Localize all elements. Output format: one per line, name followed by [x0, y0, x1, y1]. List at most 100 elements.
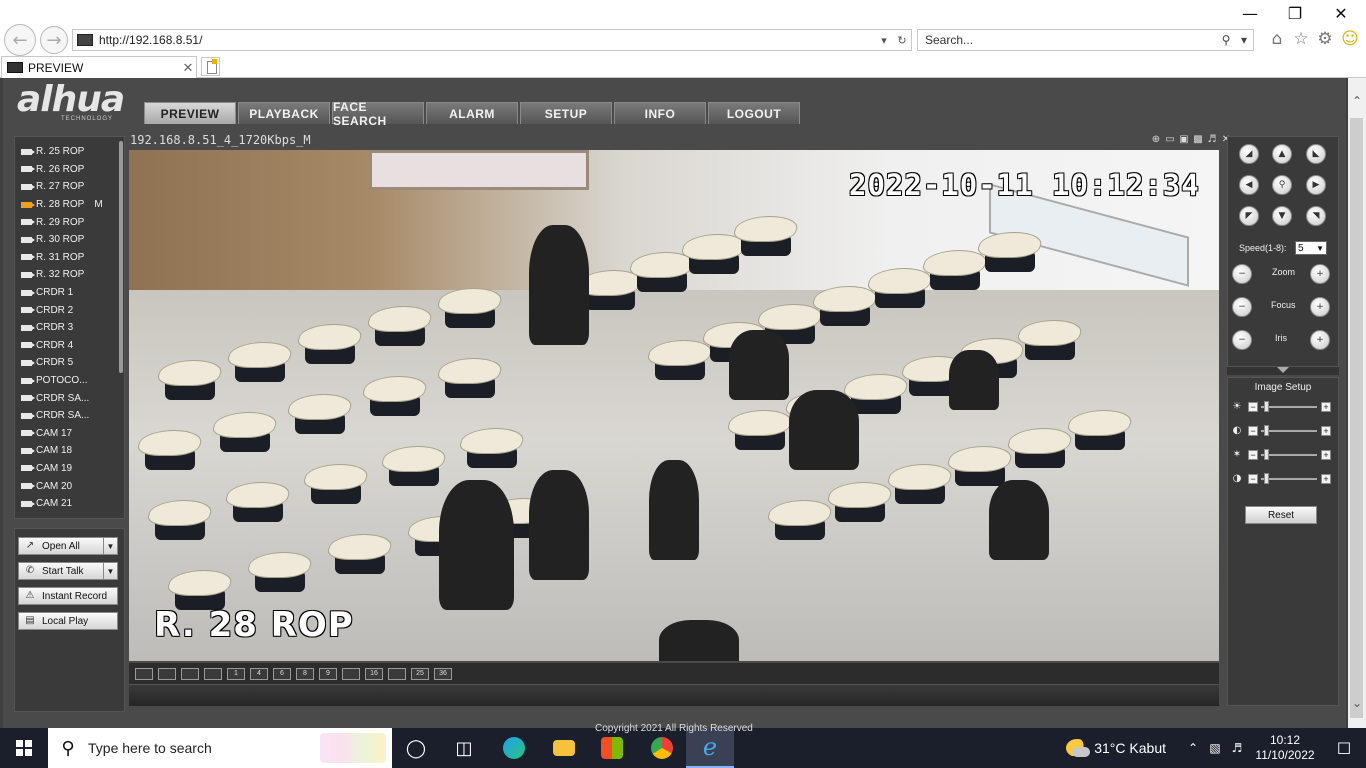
slider-thumb[interactable] [1263, 449, 1269, 460]
slider-thumb[interactable] [1263, 425, 1269, 436]
file-explorer-icon[interactable] [540, 728, 588, 768]
slider-thumb[interactable] [1263, 401, 1269, 412]
ptz-right-button[interactable]: ▶ [1306, 175, 1326, 195]
new-tab-icon[interactable] [201, 57, 220, 76]
layout-button[interactable] [158, 667, 176, 680]
tab-info[interactable]: INFO [614, 102, 706, 124]
start-talk-dropdown[interactable]: ▼ [103, 562, 118, 580]
camera-list-item[interactable]: CRDR 4 [15, 337, 119, 355]
decrease-button[interactable]: − [1248, 426, 1258, 436]
layout-button[interactable]: 1 [227, 667, 245, 680]
decrease-button[interactable]: − [1248, 450, 1258, 460]
chevron-up-icon[interactable]: ⌃ [1182, 741, 1204, 755]
local-play-button[interactable]: ▤ Local Play [18, 612, 118, 630]
slider-track[interactable] [1261, 454, 1317, 456]
camera-list-item[interactable]: CAM 17 [15, 425, 119, 443]
address-text[interactable]: http://192.168.8.51/ [99, 33, 875, 47]
chrome-icon[interactable] [638, 728, 686, 768]
home-icon[interactable]: ⌂ [1267, 29, 1287, 49]
dropdown-icon[interactable]: ▾ [875, 34, 893, 47]
minimize-icon[interactable]: — [1238, 4, 1262, 24]
edge-icon[interactable] [490, 728, 538, 768]
camera-list-item[interactable]: R. 28 ROP M [15, 196, 119, 214]
camera-list-item[interactable]: CRDR SA... [15, 407, 119, 425]
camera-list-item[interactable]: R. 25 ROP [15, 143, 119, 161]
increase-button[interactable]: + [1321, 426, 1331, 436]
tab-alarm[interactable]: ALARM [426, 102, 518, 124]
layout-button[interactable] [342, 667, 360, 680]
zoom-plus-button[interactable]: + [1310, 264, 1330, 284]
reset-button[interactable]: Reset [1245, 506, 1317, 524]
address-bar[interactable]: http://192.168.8.51/ ▾ ↻ [72, 29, 912, 51]
camera-list-scrollbar[interactable] [119, 141, 123, 373]
camera-list-item[interactable]: POTOCO... [15, 372, 119, 390]
increase-button[interactable]: + [1321, 402, 1331, 412]
taskbar-search[interactable]: ⚲ Type here to search [48, 728, 392, 768]
slider-track[interactable] [1261, 430, 1317, 432]
weather-icon[interactable] [1066, 739, 1091, 757]
weather-text[interactable]: 31°C Kabut [1094, 740, 1166, 756]
slider-track[interactable] [1261, 478, 1317, 480]
ptz-auto-button[interactable]: ⚲ [1272, 175, 1292, 195]
camera-list-item[interactable]: CRDR 2 [15, 301, 119, 319]
scrollbar-thumb[interactable] [1350, 118, 1363, 718]
camera-list-item[interactable]: CRDR 5 [15, 354, 119, 372]
clock[interactable]: 10:12 11/10/2022 [1248, 733, 1322, 763]
camera-video-feed[interactable]: 2022-10-11 10:12:34 R. 28 ROP [129, 150, 1219, 661]
ptz-up-left-button[interactable]: ◢ [1239, 144, 1259, 164]
browser-search-placeholder[interactable]: Search... [918, 33, 1217, 47]
scroll-up-icon[interactable]: ⌃ [1348, 92, 1366, 110]
layout-button[interactable]: 9 [319, 667, 337, 680]
slider-thumb[interactable] [1263, 473, 1269, 484]
tab-close-icon[interactable]: ✕ [180, 60, 196, 76]
camera-list-item[interactable]: CRDR SA... [15, 389, 119, 407]
network-icon[interactable]: ▧ [1204, 741, 1226, 755]
tab-setup[interactable]: SETUP [520, 102, 612, 124]
layout-button[interactable]: 25 [411, 667, 429, 680]
start-talk-button[interactable]: ✆ Start Talk [18, 562, 104, 580]
layout-button[interactable]: 16 [365, 667, 383, 680]
layout-button[interactable] [388, 667, 406, 680]
notification-icon[interactable]: ☐ [1322, 739, 1366, 758]
tab-playback[interactable]: PLAYBACK [238, 102, 330, 124]
browser-search-field[interactable]: Search... ⚲ ▾ [917, 29, 1254, 51]
iris-plus-button[interactable]: + [1310, 330, 1330, 350]
increase-button[interactable]: + [1321, 450, 1331, 460]
search-icon[interactable]: ⚲ [1217, 33, 1235, 47]
camera-list-item[interactable]: CAM 19 [15, 460, 119, 478]
ptz-left-button[interactable]: ◀ [1239, 175, 1259, 195]
refresh-icon[interactable]: ↻ [893, 34, 911, 47]
camera-list-item[interactable]: R. 32 ROP [15, 266, 119, 284]
forward-icon[interactable]: → [40, 26, 68, 54]
slider-track[interactable] [1261, 406, 1317, 408]
layout-button[interactable]: 36 [434, 667, 452, 680]
ptz-down-right-button[interactable]: ◥ [1306, 206, 1326, 226]
iris-minus-button[interactable]: − [1232, 330, 1252, 350]
camera-list-item[interactable]: CAM 20 [15, 477, 119, 495]
layout-button[interactable]: 4 [250, 667, 268, 680]
tab-logout[interactable]: LOGOUT [708, 102, 800, 124]
zoom-minus-button[interactable]: − [1232, 264, 1252, 284]
decrease-button[interactable]: − [1248, 402, 1258, 412]
favorites-star-icon[interactable]: ☆ [1291, 29, 1311, 49]
search-dropdown-icon[interactable]: ▾ [1235, 33, 1253, 47]
speed-select[interactable]: 5 ▼ [1295, 241, 1327, 255]
camera-list-item[interactable]: R. 30 ROP [15, 231, 119, 249]
audio-icon[interactable]: ♬ [1206, 134, 1218, 146]
layout-button[interactable] [135, 667, 153, 680]
layout-button[interactable] [204, 667, 222, 680]
snapshot-icon[interactable]: ▣ [1178, 134, 1190, 146]
decrease-button[interactable]: − [1248, 474, 1258, 484]
focus-plus-button[interactable]: + [1310, 297, 1330, 317]
increase-button[interactable]: + [1321, 474, 1331, 484]
camera-list-item[interactable]: CRDR 3 [15, 319, 119, 337]
zoom-icon[interactable]: ⊕ [1150, 134, 1162, 146]
start-button[interactable] [0, 728, 48, 768]
task-view-icon[interactable]: ◫ [440, 728, 488, 768]
focus-minus-button[interactable]: − [1232, 297, 1252, 317]
open-all-button[interactable]: ↗ Open All [18, 537, 104, 555]
open-all-dropdown[interactable]: ▼ [103, 537, 118, 555]
ptz-down-button[interactable]: ▼ [1272, 206, 1292, 226]
restore-icon[interactable]: ❐ [1283, 4, 1307, 24]
camera-list-item[interactable]: CAM 18 [15, 442, 119, 460]
